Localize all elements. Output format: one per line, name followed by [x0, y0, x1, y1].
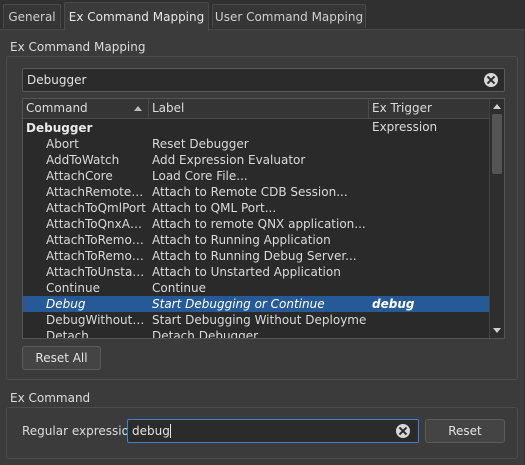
label-cell: Continue: [152, 281, 206, 295]
label-cell: Attach to Running Debug Server...: [152, 249, 357, 263]
label-cell: Attach to Running Application: [152, 233, 331, 247]
command-cell: AttachCore: [46, 169, 113, 183]
ex-command-group-title: Ex Command: [10, 391, 91, 405]
table-row[interactable]: AttachRemoteCdb Attach to Remote CDB Sess…: [23, 184, 490, 200]
table-row[interactable]: AttachToQmlPort Attach to QML Port...: [23, 200, 490, 216]
column-header-label[interactable]: Label: [149, 99, 369, 118]
command-cell: AttachToRemote...: [46, 233, 146, 247]
tree-header: Command Label Ex Trigger Expression: [23, 99, 490, 134]
vertical-scrollbar[interactable]: [489, 99, 504, 338]
table-row[interactable]: Abort Reset Debugger: [23, 136, 490, 152]
settings-window: General Ex Command Mapping User Command …: [0, 0, 525, 465]
command-cell: AttachToQnxAp...: [46, 217, 146, 231]
sort-ascending-icon: [134, 106, 142, 111]
text-caret: [169, 424, 171, 438]
label-cell: Load Core File...: [152, 169, 248, 183]
scroll-down-arrow-icon[interactable]: [493, 328, 501, 333]
reset-all-button[interactable]: Reset All: [22, 346, 101, 370]
table-row[interactable]: Detach Detach Debugger: [23, 328, 490, 339]
filter-input[interactable]: Debugger: [22, 68, 505, 92]
regex-input-value: debug: [132, 424, 171, 438]
column-header-command[interactable]: Command: [23, 99, 149, 118]
table-row[interactable]: AttachCore Load Core File...: [23, 168, 490, 184]
filter-input-value: Debugger: [27, 73, 87, 87]
regex-input[interactable]: debug: [127, 419, 419, 443]
scrollbar-thumb[interactable]: [492, 114, 502, 174]
label-cell: Reset Debugger: [152, 137, 249, 151]
command-cell: Continue: [46, 281, 100, 295]
command-cell: AttachRemoteCdb: [46, 185, 146, 199]
command-cell: Debug: [46, 297, 86, 311]
clear-icon[interactable]: [396, 424, 410, 438]
command-cell: Detach: [46, 329, 89, 339]
command-cell: AttachToQmlPort: [46, 201, 146, 215]
tab-general[interactable]: General: [3, 4, 61, 28]
command-cell: AttachToRemote...: [46, 249, 146, 263]
regex-label: Regular expression:: [22, 424, 141, 438]
tab-bar: General Ex Command Mapping User Command …: [0, 2, 525, 31]
mapping-group-title: Ex Command Mapping: [10, 40, 146, 54]
table-row[interactable]: AttachToUnstart... Attach to Unstarted Ap…: [23, 264, 490, 280]
table-row[interactable]: AttachToQnxAp... Attach to remote QNX app…: [23, 216, 490, 232]
table-row[interactable]: AttachToRemote... Attach to Running Debug…: [23, 248, 490, 264]
label-cell: Attach to Unstarted Application: [152, 265, 341, 279]
command-cell: AttachToUnstart...: [46, 265, 146, 279]
command-cell: Debugger: [26, 121, 93, 135]
table-row[interactable]: AddToWatch Add Expression Evaluator: [23, 152, 490, 168]
command-tree[interactable]: Command Label Ex Trigger Expression Debu…: [22, 98, 505, 339]
label-cell: Detach Debugger: [152, 329, 259, 339]
table-row[interactable]: Debug Start Debugging or Continue debug: [23, 296, 490, 312]
label-cell: Attach to remote QNX application...: [152, 217, 366, 231]
scroll-up-arrow-icon[interactable]: [493, 104, 501, 109]
column-header-trigger[interactable]: Ex Trigger Expression: [369, 99, 490, 134]
label-cell: Attach to Remote CDB Session...: [152, 185, 348, 199]
column-header-command-label: Command: [26, 101, 88, 115]
label-cell: Start Debugging Without Deployment: [152, 313, 366, 327]
tab-user-command-mapping[interactable]: User Command Mapping: [212, 4, 366, 28]
table-row[interactable]: Continue Continue: [23, 280, 490, 296]
command-cell: Abort: [46, 137, 79, 151]
tab-ex-command-mapping[interactable]: Ex Command Mapping: [64, 2, 209, 31]
label-cell: Start Debugging or Continue: [152, 297, 325, 311]
reset-button[interactable]: Reset: [425, 419, 505, 443]
table-row[interactable]: DebugWithoutD... Start Debugging Without …: [23, 312, 490, 328]
tree-group-row[interactable]: Debugger: [23, 120, 490, 136]
table-row[interactable]: AttachToRemote... Attach to Running Appli…: [23, 232, 490, 248]
command-cell: AddToWatch: [46, 153, 120, 167]
trigger-cell: debug: [372, 297, 415, 311]
label-cell: Attach to QML Port...: [152, 201, 277, 215]
label-cell: Add Expression Evaluator: [152, 153, 306, 167]
command-cell: DebugWithoutD...: [46, 313, 146, 327]
clear-icon[interactable]: [484, 73, 498, 87]
